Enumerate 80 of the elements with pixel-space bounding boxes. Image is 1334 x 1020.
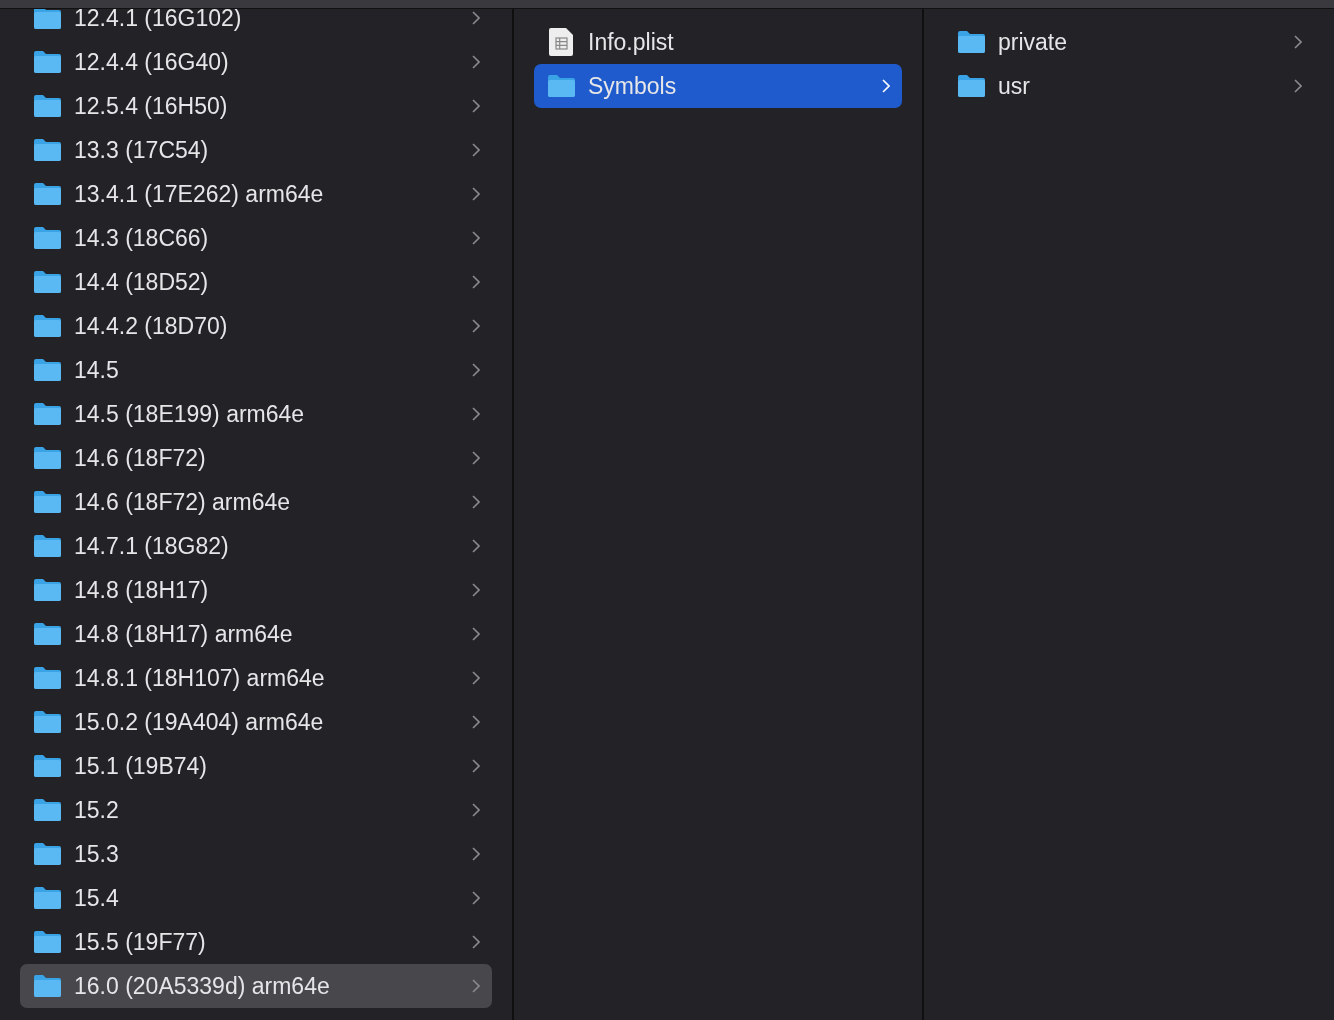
file-list-item[interactable]: 13.3 (17C54)	[20, 128, 492, 172]
folder-icon	[33, 710, 62, 734]
file-list-item[interactable]: 14.4.2 (18D70)	[20, 304, 492, 348]
chevron-right-icon	[1294, 35, 1302, 49]
chevron-right-icon	[472, 143, 480, 157]
file-list-item[interactable]: 14.8 (18H17) arm64e	[20, 612, 492, 656]
file-list-item[interactable]: 14.8 (18H17)	[20, 568, 492, 612]
folder-icon	[33, 402, 62, 426]
chevron-right-icon	[472, 539, 480, 553]
file-list-item[interactable]: 14.8.1 (18H107) arm64e	[20, 656, 492, 700]
folder-icon	[33, 842, 62, 866]
file-list-item[interactable]: 13.4.1 (17E262) arm64e	[20, 172, 492, 216]
chevron-right-icon	[472, 55, 480, 69]
chevron-right-icon	[882, 79, 890, 93]
chevron-right-icon	[472, 847, 480, 861]
chevron-right-icon	[472, 319, 480, 333]
folder-icon	[33, 226, 62, 250]
file-list-item[interactable]: 14.5	[20, 348, 492, 392]
chevron-right-icon	[472, 407, 480, 421]
folder-icon	[33, 666, 62, 690]
folder-icon	[33, 182, 62, 206]
chevron-right-icon	[472, 935, 480, 949]
file-list-item[interactable]: 15.3	[20, 832, 492, 876]
folder-icon	[33, 578, 62, 602]
file-list-item[interactable]: 15.0.2 (19A404) arm64e	[20, 700, 492, 744]
folder-icon	[33, 314, 62, 338]
chevron-right-icon	[472, 11, 480, 25]
folder-icon	[33, 490, 62, 514]
file-list-item[interactable]: usr	[944, 64, 1314, 108]
folder-icon	[33, 446, 62, 470]
chevron-right-icon	[472, 187, 480, 201]
chevron-right-icon	[472, 363, 480, 377]
chevron-right-icon	[472, 671, 480, 685]
chevron-right-icon	[472, 231, 480, 245]
folder-icon	[33, 9, 62, 30]
file-list-item[interactable]: Symbols	[534, 64, 902, 108]
chevron-right-icon	[472, 803, 480, 817]
chevron-right-icon	[472, 451, 480, 465]
chevron-right-icon	[1294, 79, 1302, 93]
file-list-item[interactable]: 14.7.1 (18G82)	[20, 524, 492, 568]
chevron-right-icon	[472, 715, 480, 729]
file-list-item[interactable]: 15.4	[20, 876, 492, 920]
chevron-right-icon	[472, 627, 480, 641]
document-icon	[547, 27, 576, 57]
file-list-item[interactable]: 12.5.4 (16H50)	[20, 84, 492, 128]
folder-icon	[33, 358, 62, 382]
file-list-item[interactable]: 14.3 (18C66)	[20, 216, 492, 260]
chevron-right-icon	[472, 759, 480, 773]
file-list-item[interactable]: 15.1 (19B74)	[20, 744, 492, 788]
file-list-item[interactable]: 15.2	[20, 788, 492, 832]
folder-icon	[957, 74, 986, 98]
chevron-right-icon	[472, 583, 480, 597]
file-list-item[interactable]: 12.4.4 (16G40)	[20, 40, 492, 84]
file-list-item[interactable]: private	[944, 20, 1314, 64]
folder-icon	[33, 886, 62, 910]
chevron-right-icon	[472, 99, 480, 113]
chevron-right-icon	[472, 891, 480, 905]
file-list-item[interactable]: 15.5 (19F77)	[20, 920, 492, 964]
file-list-item[interactable]: 14.4 (18D52)	[20, 260, 492, 304]
folder-icon	[33, 50, 62, 74]
folder-icon	[33, 798, 62, 822]
folder-icon	[957, 30, 986, 54]
file-list-item[interactable]: 14.6 (18F72)	[20, 436, 492, 480]
folder-icon	[33, 534, 62, 558]
folder-icon	[33, 930, 62, 954]
folder-icon	[33, 754, 62, 778]
chevron-right-icon	[472, 495, 480, 509]
file-list-item[interactable]: 14.6 (18F72) arm64e	[20, 480, 492, 524]
file-list-item[interactable]: 14.5 (18E199) arm64e	[20, 392, 492, 436]
file-list-item[interactable]: 12.4.1 (16G102)	[20, 9, 492, 40]
file-list-item[interactable]: Info.plist	[534, 20, 902, 64]
folder-icon	[33, 138, 62, 162]
folder-icon	[33, 974, 62, 998]
chevron-right-icon	[472, 979, 480, 993]
folder-icon	[33, 270, 62, 294]
file-list-item[interactable]: 16.0 (20A5339d) arm64e	[20, 964, 492, 1008]
folder-icon	[33, 94, 62, 118]
chevron-right-icon	[472, 275, 480, 289]
folder-icon	[33, 622, 62, 646]
folder-icon	[547, 74, 576, 98]
